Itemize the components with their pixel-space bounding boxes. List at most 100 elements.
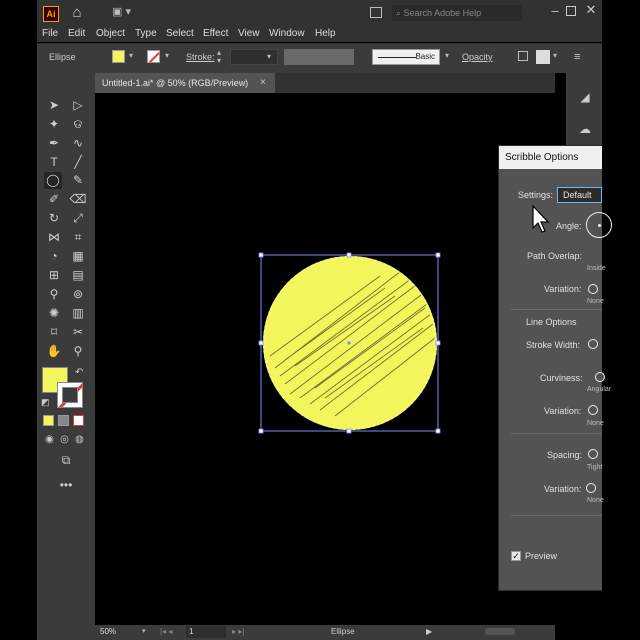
menu-effect[interactable]: Effect — [203, 27, 228, 40]
status-menu-icon[interactable]: ▶ — [426, 627, 432, 636]
horizontal-scrollbar[interactable] — [485, 628, 515, 635]
menu-type[interactable]: Type — [135, 27, 157, 40]
line-options-heading: Line Options — [526, 317, 577, 327]
curviness-hint: Angular — [587, 386, 612, 393]
preview-checkbox[interactable]: ✓ — [511, 551, 521, 561]
menu-file[interactable]: File — [42, 27, 58, 40]
recolor-icon[interactable] — [518, 51, 528, 61]
curviness-slider[interactable] — [595, 372, 605, 382]
selection-tool-icon[interactable]: ➤ — [45, 97, 63, 114]
preview-label[interactable]: Preview — [525, 551, 557, 561]
section-divider — [511, 309, 602, 310]
stroke-stepper-icon[interactable]: ▴ ▾ — [217, 49, 227, 65]
zoom-dropdown-icon[interactable]: ▾ — [142, 627, 146, 635]
close-tab-icon[interactable]: × — [260, 73, 266, 93]
section-divider — [511, 515, 602, 516]
menu-view[interactable]: View — [238, 27, 260, 40]
default-fill-stroke-icon[interactable]: ◩ — [41, 397, 50, 408]
align-dropdown-icon[interactable]: ▾ — [553, 51, 557, 60]
stroke-dropdown-icon[interactable]: ▾ — [165, 51, 169, 60]
screen-mode-icon[interactable]: ⧉ — [57, 452, 75, 469]
pen-tool-icon[interactable]: ✒ — [45, 135, 63, 152]
variable-width-profile[interactable] — [284, 49, 354, 65]
draw-inside-icon[interactable]: ◍ — [73, 433, 86, 446]
properties-panel-icon[interactable]: ◢ — [575, 90, 595, 108]
fill-dropdown-icon[interactable]: ▾ — [129, 51, 133, 60]
control-bar-menu-icon[interactable]: ≡ — [574, 51, 580, 63]
opacity-label[interactable]: Opacity — [462, 52, 493, 62]
dialog-title-bar[interactable]: Scribble Options — [499, 146, 602, 169]
stroke-label[interactable]: Stroke: — [186, 52, 215, 62]
scribble-ellipse-artwork[interactable] — [255, 248, 445, 438]
mesh-tool-icon[interactable]: ⊞ — [45, 267, 63, 284]
edit-toolbar-icon[interactable]: ••• — [57, 477, 75, 494]
workspace-switcher-icon[interactable]: ▣ ▾ — [112, 5, 140, 21]
home-icon[interactable]: ⌂ — [68, 4, 86, 22]
stroke-color-inner — [62, 387, 78, 403]
stroke-swatch[interactable] — [147, 50, 160, 63]
libraries-panel-icon[interactable]: ☁ — [575, 122, 595, 140]
brush-label: Basic — [415, 52, 435, 61]
symbol-sprayer-tool-icon[interactable]: ✺ — [45, 305, 63, 322]
color-mode-swatch[interactable] — [43, 415, 54, 426]
eraser-tool-icon[interactable]: ⌫ — [69, 191, 87, 208]
stroke-width-slider[interactable] — [588, 339, 598, 349]
lasso-tool-icon[interactable]: ଡ — [69, 116, 87, 133]
swap-fill-stroke-icon[interactable]: ↶ — [75, 367, 83, 378]
none-mode-swatch[interactable] — [73, 415, 84, 426]
path-overlap-label: Path Overlap: — [527, 251, 583, 261]
direct-selection-tool-icon[interactable]: ▷ — [69, 97, 87, 114]
artboard-number-field[interactable]: 1 — [186, 626, 226, 638]
artboard-next-icon[interactable]: ▸ ▸| — [232, 627, 244, 636]
magic-wand-tool-icon[interactable]: ✦ — [45, 116, 63, 133]
spacing-hint: Tight — [587, 464, 603, 471]
eyedropper-tool-icon[interactable]: ⚲ — [45, 286, 63, 303]
fill-swatch[interactable] — [112, 50, 125, 63]
perspective-grid-tool-icon[interactable]: ▦ — [69, 248, 87, 265]
free-transform-tool-icon[interactable]: ⌗ — [69, 229, 87, 246]
curvature-tool-icon[interactable]: ∿ — [69, 135, 87, 152]
slice-tool-icon[interactable]: ✂ — [69, 324, 87, 341]
maximize-button[interactable] — [566, 6, 576, 16]
menu-select[interactable]: Select — [166, 27, 194, 40]
spacing-variation-slider[interactable] — [586, 483, 596, 493]
help-search-input[interactable]: ⌕ Search Adobe Help — [392, 5, 522, 21]
arrange-documents-icon[interactable] — [370, 7, 382, 18]
minimize-button[interactable]: – — [548, 3, 562, 19]
gradient-tool-icon[interactable]: ▤ — [69, 267, 87, 284]
artboard-prev-icon[interactable]: |◂ ◂ — [160, 627, 172, 636]
menu-window[interactable]: Window — [269, 27, 305, 40]
shape-builder-tool-icon[interactable]: ◔ — [45, 248, 63, 265]
align-icon[interactable] — [536, 50, 550, 64]
gradient-mode-swatch[interactable] — [58, 415, 69, 426]
curviness-variation-label: Variation: — [544, 406, 582, 416]
ellipse-tool-icon[interactable]: ◯ — [44, 172, 62, 189]
zoom-level-field[interactable]: 50% — [100, 627, 116, 636]
brush-dropdown-icon[interactable]: ▾ — [445, 51, 449, 60]
scale-tool-icon[interactable]: ⤢ — [69, 210, 87, 227]
menu-object[interactable]: Object — [96, 27, 125, 40]
type-tool-icon[interactable]: T — [45, 154, 63, 171]
settings-dropdown[interactable]: Default — [557, 187, 602, 203]
shaper-tool-icon[interactable]: ✐ — [45, 191, 63, 208]
stroke-weight-dropdown-icon[interactable]: ▾ — [267, 52, 271, 61]
draw-normal-icon[interactable]: ◉ — [43, 433, 56, 446]
column-graph-tool-icon[interactable]: ▥ — [69, 305, 87, 322]
draw-behind-icon[interactable]: ◎ — [58, 433, 71, 446]
stroke-width-label: Stroke Width: — [526, 340, 581, 350]
close-window-button[interactable]: ✕ — [584, 2, 598, 18]
line-segment-tool-icon[interactable]: ╱ — [69, 154, 87, 171]
paintbrush-tool-icon[interactable]: ✎ — [69, 172, 87, 189]
menu-help[interactable]: Help — [315, 27, 336, 40]
rotate-tool-icon[interactable]: ↻ — [45, 210, 63, 227]
document-tab[interactable]: Untitled-1.ai* @ 50% (RGB/Preview) — [95, 73, 275, 93]
menu-edit[interactable]: Edit — [68, 27, 85, 40]
width-tool-icon[interactable]: ⋈ — [45, 229, 63, 246]
spacing-slider[interactable] — [588, 449, 598, 459]
overlap-variation-slider[interactable] — [588, 284, 598, 294]
zoom-tool-icon[interactable]: ⚲ — [69, 343, 87, 360]
curviness-variation-slider[interactable] — [588, 405, 598, 415]
artboard-tool-icon[interactable]: ⌑ — [45, 324, 63, 341]
hand-tool-icon[interactable]: ✋ — [45, 343, 63, 360]
blend-tool-icon[interactable]: ⊚ — [69, 286, 87, 303]
